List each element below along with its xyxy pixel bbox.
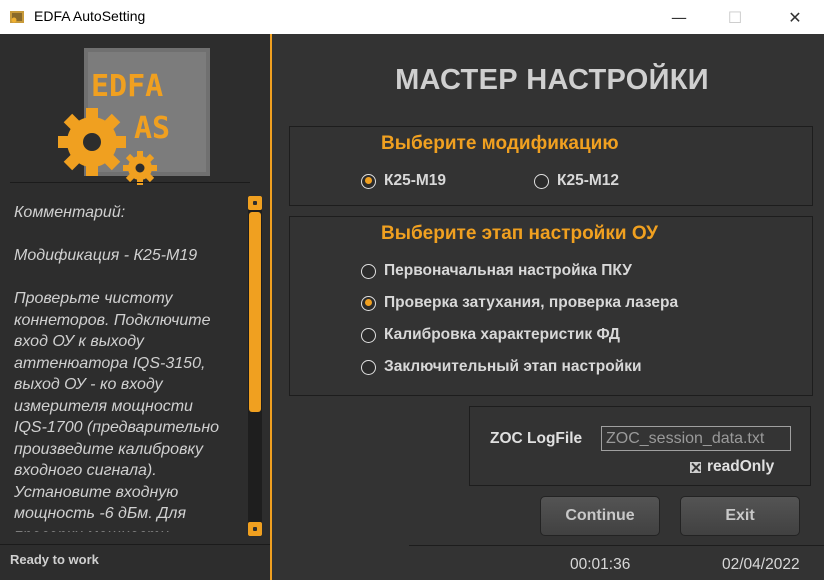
radio-label: Первоначальная настройка ПКУ — [384, 262, 632, 279]
continue-button[interactable]: Continue — [540, 496, 660, 536]
radio-label: К25-М19 — [384, 172, 447, 189]
comment-line — [14, 267, 248, 289]
zoc-logfile-group: ZOC LogFile readOnly — [469, 406, 811, 486]
large-gear-icon — [58, 108, 126, 176]
modification-title: Выберите модификацию — [381, 133, 619, 154]
comment-line — [14, 224, 248, 246]
status-divider — [0, 544, 270, 545]
radio-stage-initial[interactable]: Первоначальная настройка ПКУ — [361, 262, 632, 280]
status-text: Ready to work — [10, 552, 99, 567]
radio-indicator[interactable] — [361, 327, 376, 343]
zoc-logfile-label: ZOC LogFile — [490, 430, 583, 447]
radio-stage-calibration[interactable]: Калибровка характеристик ФД — [361, 326, 620, 344]
logo-text-as: AS — [134, 111, 170, 146]
radio-label: Калибровка характеристик ФД — [384, 326, 620, 343]
footer-divider — [409, 545, 824, 546]
comment-line: вход ОУ к выходу — [14, 333, 144, 350]
window-title: EDFA AutoSetting — [34, 8, 146, 24]
comment-line: измерителя мощности — [14, 397, 193, 415]
radio-stage-attenuation[interactable]: Проверка затухания, проверка лазера — [361, 294, 678, 312]
comment-line: проверки мощности — [14, 525, 248, 533]
radio-indicator[interactable] — [361, 263, 376, 279]
radio-label: Проверка затухания, проверка лазера — [384, 294, 679, 311]
app-icon — [10, 11, 24, 23]
comment-line: Модификация - К25-М19 — [14, 247, 198, 264]
stage-group: Выберите этап настройки ОУ Первоначальна… — [289, 216, 813, 396]
radio-indicator[interactable] — [361, 173, 376, 189]
comment-line: выход ОУ - ко входу — [14, 376, 163, 393]
radio-indicator[interactable] — [361, 359, 376, 375]
comment-line: Установите входную — [14, 483, 179, 501]
radio-k25-m19[interactable]: К25-М19 — [361, 172, 446, 190]
readonly-checkbox[interactable] — [690, 461, 701, 473]
minimize-button[interactable]: — — [656, 0, 702, 34]
comment-line: IQS-1700 (предварительно — [14, 419, 220, 436]
comment-scrollbar[interactable] — [248, 196, 262, 536]
zoc-logfile-input[interactable] — [601, 426, 791, 451]
comment-line: Проверьте чистоту — [14, 290, 173, 307]
exit-button[interactable]: Exit — [680, 496, 800, 536]
minimize-icon: — — [671, 7, 687, 27]
radio-indicator[interactable] — [361, 295, 376, 311]
radio-k25-m12[interactable]: К25-М12 — [534, 172, 619, 190]
comment-line: аттенюатора IQS-3150, — [14, 354, 206, 372]
comment-line: входного сигнала). — [14, 462, 157, 479]
radio-indicator[interactable] — [534, 173, 549, 189]
readonly-checkbox-row[interactable]: readOnly — [690, 458, 774, 476]
comment-text: Комментарий: Модификация - К25-М19 Проверь… — [14, 202, 248, 532]
page-title: МАСТЕР НАСТРОЙКИ — [395, 64, 709, 96]
main-panel: МАСТЕР НАСТРОЙКИ Выберите модификацию К2… — [272, 34, 824, 580]
radio-label: К25-М12 — [557, 172, 620, 189]
maximize-button[interactable]: ☐ — [712, 0, 758, 34]
sidebar: EDFA AS Комментарий: Модификация - К25-М… — [0, 34, 270, 580]
small-gear-icon — [123, 151, 157, 185]
radio-stage-final[interactable]: Заключительный этап настройки — [361, 358, 642, 376]
comment-line: Комментарий: — [14, 204, 126, 221]
title-bar: EDFA AutoSetting — ☐ ✕ — [0, 0, 824, 34]
maximize-icon: ☐ — [727, 7, 743, 27]
modification-group: Выберите модификацию К25-М19 К25-М12 — [289, 126, 813, 206]
logo-text-edfa: EDFA — [91, 69, 163, 104]
sidebar-divider — [10, 182, 250, 183]
current-date: 02/04/2022 — [722, 556, 800, 573]
comment-line: коннеторов. Подключите — [14, 311, 211, 329]
scroll-down-icon[interactable] — [248, 522, 262, 536]
comment-line: произведите калибровку — [14, 440, 203, 458]
close-button[interactable]: ✕ — [772, 0, 818, 34]
scroll-thumb[interactable] — [249, 212, 261, 412]
edfa-logo: EDFA AS — [58, 48, 210, 185]
radio-label: Заключительный этап настройки — [384, 358, 642, 375]
comment-line: мощность -6 дБм. Для — [14, 505, 186, 522]
scroll-up-icon[interactable] — [248, 196, 262, 210]
readonly-label: readOnly — [707, 458, 775, 475]
elapsed-timer: 00:01:36 — [570, 556, 631, 573]
stage-title: Выберите этап настройки ОУ — [381, 223, 658, 244]
close-icon: ✕ — [788, 7, 802, 27]
